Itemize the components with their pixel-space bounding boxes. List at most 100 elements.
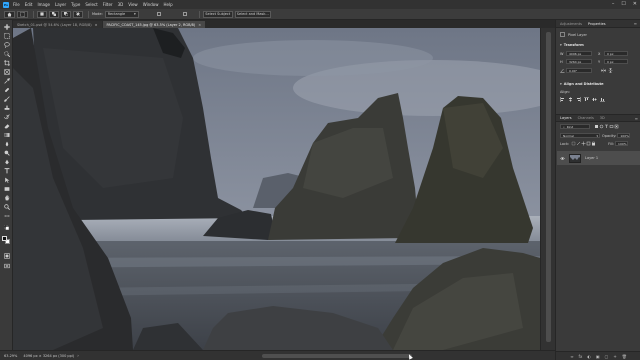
fill-field[interactable]: 100% — [615, 141, 629, 146]
marquee-tool[interactable] — [3, 32, 10, 39]
mode-select[interactable]: Rectangle ▾ — [104, 10, 139, 18]
trash-icon[interactable]: 🗑 — [622, 354, 627, 359]
eye-icon[interactable] — [560, 156, 565, 161]
y-field[interactable]: 0 px — [604, 59, 628, 64]
healing-tool[interactable] — [3, 86, 10, 93]
subtract-selection-button[interactable] — [61, 10, 71, 18]
panel-menu-icon[interactable]: ≡ — [635, 116, 638, 121]
shape-tool[interactable] — [3, 185, 10, 192]
brush-tool[interactable] — [3, 95, 10, 102]
status-menu-arrow[interactable]: › — [77, 353, 79, 358]
quick-select-tool[interactable] — [3, 50, 10, 57]
zoom-tool[interactable] — [3, 203, 10, 210]
menu-edit[interactable]: Edit — [25, 2, 33, 7]
layer-kind-filter[interactable]: ⌕ Kind — [560, 124, 590, 129]
intersect-selection-button[interactable] — [73, 10, 83, 18]
tab-3d[interactable]: 3D — [600, 116, 605, 120]
select-subject-button[interactable]: Select Subject — [202, 10, 233, 18]
home-button[interactable] — [4, 10, 15, 18]
menu-image[interactable]: Image — [37, 2, 50, 7]
add-selection-button[interactable] — [49, 10, 59, 18]
menu-select[interactable]: Select — [85, 2, 97, 7]
history-brush-tool[interactable] — [3, 113, 10, 120]
default-colors-button[interactable] — [3, 224, 10, 231]
close-icon[interactable]: × — [95, 23, 98, 27]
new-group-icon[interactable]: ▢ — [605, 354, 609, 359]
layer-row[interactable]: Layer 1 — [557, 151, 640, 165]
angle-field[interactable]: 0.00° — [566, 68, 592, 73]
tab-sketch[interactable]: Sketch_01.psd @ 54.6% (Layer 18, RGB/8) … — [13, 21, 102, 28]
more-tools-button[interactable] — [3, 212, 10, 219]
flip-vertical-icon[interactable] — [608, 68, 613, 73]
tab-properties[interactable]: Properties — [588, 22, 606, 26]
opacity-field[interactable]: 100% — [617, 133, 631, 138]
foreground-color-swatch[interactable] — [2, 236, 7, 241]
zoom-level[interactable]: 63.29% — [4, 354, 17, 358]
eyedropper-tool[interactable] — [3, 77, 10, 84]
new-selection-button[interactable] — [37, 10, 47, 18]
blend-mode-select[interactable]: Normal ▾ — [560, 133, 600, 138]
link-layers-icon[interactable]: ∞ — [570, 354, 573, 359]
tab-channels[interactable]: Channels — [578, 116, 594, 120]
sample-all-layers-checkbox[interactable] — [156, 12, 161, 16]
blur-tool[interactable] — [3, 140, 10, 147]
select-and-mask-button[interactable]: Select and Mask... — [234, 10, 271, 18]
clone-stamp-tool[interactable] — [3, 104, 10, 111]
menu-view[interactable]: View — [128, 2, 138, 7]
maximize-button[interactable]: ☐ — [621, 1, 625, 7]
menu-file[interactable]: File — [13, 2, 20, 7]
menu-type[interactable]: Type — [71, 2, 80, 7]
align-middle-icon[interactable] — [592, 97, 597, 102]
align-bottom-icon[interactable] — [600, 97, 605, 102]
vertical-scrollbar[interactable] — [540, 28, 555, 350]
align-center-icon[interactable] — [568, 97, 573, 102]
new-layer-icon[interactable]: + — [613, 354, 616, 359]
dodge-tool[interactable] — [3, 149, 10, 156]
height-field[interactable]: 3264 px — [566, 59, 592, 64]
tab-pacific-coast[interactable]: PACIFIC_COAST_145.jpg @ 63.5% (Layer 2, … — [102, 21, 206, 28]
screen-mode-button[interactable] — [3, 262, 10, 269]
horizontal-scrollbar-thumb[interactable] — [262, 354, 412, 358]
menu-3d[interactable]: 3D — [118, 2, 124, 7]
gradient-tool[interactable] — [3, 131, 10, 138]
add-mask-icon[interactable]: ▣ — [596, 354, 600, 359]
crop-tool[interactable] — [3, 59, 10, 66]
type-tool[interactable] — [3, 167, 10, 174]
close-window-button[interactable]: ✕ — [633, 1, 637, 7]
path-select-tool[interactable] — [3, 176, 10, 183]
panel-menu-icon[interactable]: ≡ — [634, 21, 637, 26]
menu-layer[interactable]: Layer — [55, 2, 66, 7]
menu-window[interactable]: Window — [143, 2, 159, 7]
lasso-tool[interactable] — [3, 41, 10, 48]
scrollbar-thumb[interactable] — [546, 32, 551, 342]
quick-mask-button[interactable] — [3, 252, 10, 259]
lock-all-icon[interactable] — [591, 141, 596, 146]
document-canvas[interactable] — [13, 28, 540, 350]
width-field[interactable]: 4096 px — [566, 51, 592, 56]
menu-help[interactable]: Help — [163, 2, 172, 7]
layer-name: Layer 1 — [585, 156, 599, 160]
align-right-icon[interactable] — [576, 97, 581, 102]
tool-preset-picker[interactable] — [17, 10, 28, 18]
enhance-edge-checkbox[interactable] — [182, 12, 187, 16]
hand-tool[interactable] — [3, 194, 10, 201]
flip-horizontal-icon[interactable] — [601, 68, 606, 73]
more-tools-icon — [4, 214, 9, 217]
x-field[interactable]: 0 px — [604, 51, 628, 56]
align-top-icon[interactable] — [584, 97, 589, 102]
minimize-button[interactable]: – — [612, 1, 615, 7]
filter-smart-object-icon[interactable] — [614, 124, 619, 129]
transform-header[interactable]: ▾ Transform — [560, 43, 584, 47]
close-icon[interactable]: × — [198, 23, 201, 27]
pen-tool[interactable] — [3, 158, 10, 165]
move-tool[interactable] — [3, 23, 10, 30]
align-left-icon[interactable] — [560, 97, 565, 102]
tab-adjustments[interactable]: Adjustments — [560, 22, 582, 26]
tab-layers[interactable]: Layers — [560, 116, 572, 120]
menu-filter[interactable]: Filter — [103, 2, 113, 7]
eraser-tool[interactable] — [3, 122, 10, 129]
adjustment-layer-icon[interactable]: ◐ — [587, 354, 591, 359]
frame-tool[interactable] — [3, 68, 10, 75]
layer-style-icon[interactable]: fx — [579, 354, 583, 359]
align-header[interactable]: ▾ Align and Distribute — [560, 82, 604, 86]
